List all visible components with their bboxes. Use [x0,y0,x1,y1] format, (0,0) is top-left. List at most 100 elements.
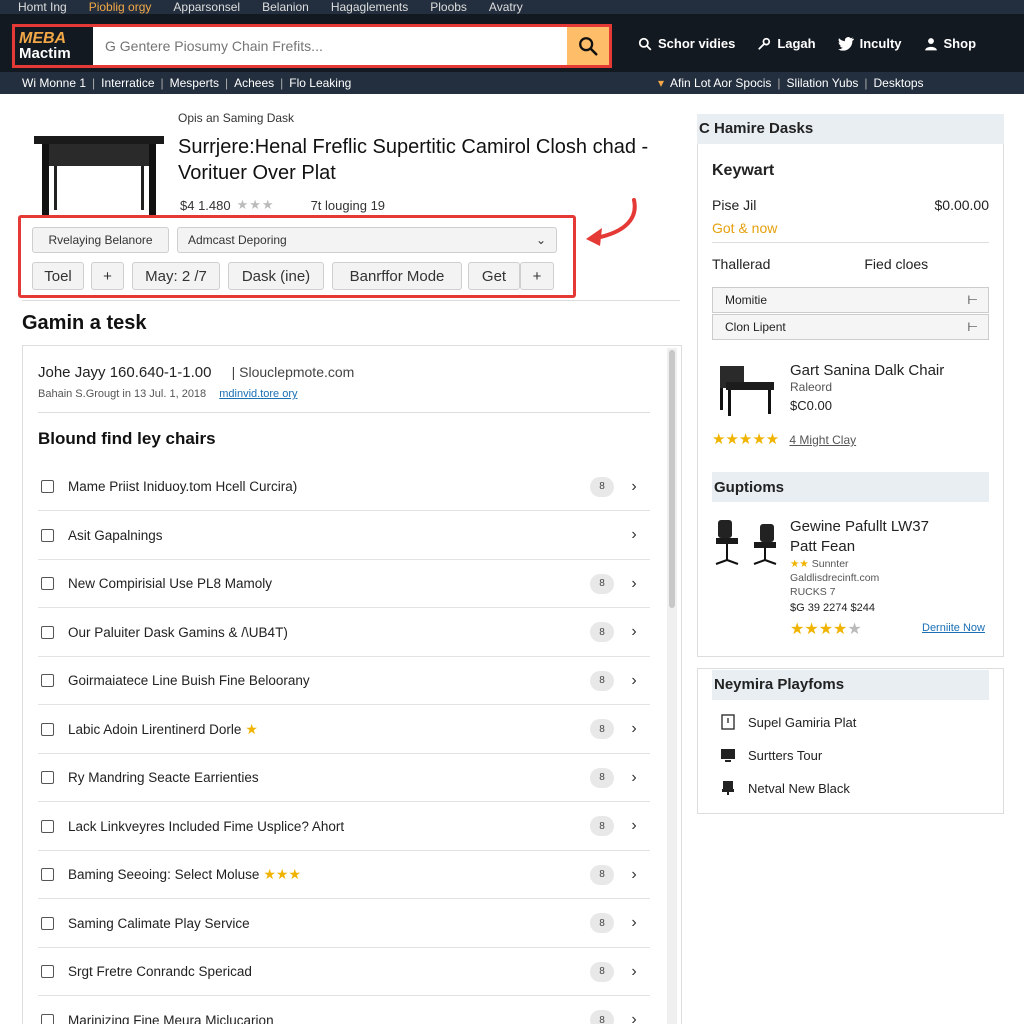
top-menu-item[interactable]: Homt Ing [18,0,67,14]
desk-product-image[interactable] [32,130,166,216]
list-item-badge[interactable]: 8 [590,622,614,642]
option-button[interactable]: Toel [32,262,84,290]
list-item[interactable]: Mame Priist Iniduoy.tom Hcell Curcira) 8 › [38,463,650,511]
get-now-link[interactable]: Got & now [712,220,777,236]
option-dropdown[interactable]: Admcast Deporing ⌄ [177,227,557,253]
chevron-right-icon[interactable]: › [628,769,640,787]
list-item-checkbox[interactable] [41,480,54,493]
table-header: Thallerad Fied cloes [712,256,989,272]
header-link-twitter[interactable]: Inculty [837,36,902,51]
list-item-checkbox[interactable] [41,722,54,736]
option-button[interactable]: Banrffor Mode [332,262,462,290]
price-value: $0.00.00 [934,197,990,213]
star-icon: ★★★★★ [712,431,780,448]
list-item[interactable]: Saming Calimate Play Service 8 › [38,900,650,948]
site-logo[interactable]: MEBA Mactim [15,27,93,65]
list-item[interactable]: Baming Seeoing: Select Moluse ★★★ 8 › [38,851,650,899]
add-button[interactable]: + [91,262,124,290]
list-item-badge[interactable]: 8 [590,670,614,691]
list-item-badge[interactable]: 8 [590,864,614,885]
list-item-badge[interactable]: 8 [590,961,614,982]
chevron-right-icon[interactable]: › [628,914,640,932]
list-item-checkbox[interactable] [41,528,54,542]
subnav-item[interactable]: Wi Monne 1 [22,76,86,90]
search-button[interactable] [567,27,609,65]
chevron-right-icon[interactable]: › [628,623,640,641]
list-item-checkbox[interactable] [41,577,54,590]
top-menu-item[interactable]: Hagaglements [331,0,408,14]
subnav-item[interactable]: Afin Lot Aor Spocis [670,76,771,90]
top-menu-item[interactable]: Ploobs [430,0,467,14]
sidebar-dropdown[interactable]: Momitie ⊢ [712,287,989,313]
top-menu-item[interactable]: Pioblig orgy [89,0,152,14]
list-item-badge[interactable]: 8 [590,816,614,836]
list-item[interactable]: Lack Linkveyres Included Fime Usplice? A… [38,803,650,851]
subnav-item[interactable]: Achees [234,76,274,90]
option-button[interactable]: Rvelaying Belanore [32,227,169,253]
sidebar-dropdown[interactable]: Clon Lipent ⊢ [712,314,989,340]
chevron-right-icon[interactable]: › [628,866,640,884]
header-link-search[interactable]: Schor vidies [638,36,735,51]
header-link-shop[interactable]: Shop [924,36,976,51]
add-button[interactable]: + [520,262,554,290]
header-link-login[interactable]: Lagah [757,36,816,51]
breadcrumb[interactable]: Opis an Saming Dask [178,111,294,125]
chevron-right-icon[interactable]: › [628,963,640,981]
subnav-item[interactable]: Slilation Yubs [787,76,859,90]
list-item[interactable]: Ry Mandring Seacte Earrienties 8 › [38,754,650,802]
platform-item[interactable]: Surtters Tour [720,747,822,763]
list-item-badge[interactable]: 8 [590,476,614,497]
contact-link[interactable]: mdinvid.tore ory [219,388,297,400]
chair-product-image[interactable] [712,358,780,418]
list-item-checkbox[interactable] [41,868,54,881]
subnav-item[interactable]: Mesperts [170,76,219,90]
subnav-item[interactable]: Desktops [874,76,924,90]
top-menu-item[interactable]: Avatry [489,0,523,14]
chevron-right-icon[interactable]: › [628,672,640,690]
subnav-item[interactable]: Interratice [101,76,154,90]
list-item[interactable]: Our Paluiter Dask Gamins & /\UB4T) 8 › [38,609,650,657]
list-item-badge[interactable]: 8 [590,913,614,933]
list-item[interactable]: Marinizing Fine Meura Miclucarion 8 › [38,997,650,1024]
chevron-right-icon[interactable]: › [628,526,640,544]
list-item[interactable]: Labic Adoin Lirentinerd Dorle ★ 8 › [38,706,650,754]
list-item-checkbox[interactable] [41,674,54,687]
list-item-checkbox[interactable] [41,916,54,930]
list-item[interactable]: Asit Gapalnings › [38,512,650,560]
get-button[interactable]: Get [468,262,520,290]
subnav-item[interactable]: Flo Leaking [289,76,351,90]
chevron-right-icon[interactable]: › [628,575,640,593]
chevron-right-icon[interactable]: › [628,1011,640,1024]
option-button[interactable]: May: 2 /7 [132,262,220,290]
donate-now-link[interactable]: Derniite Now [922,622,985,634]
platform-item[interactable]: Supel Gamiria Plat [720,714,856,730]
list-item-checkbox[interactable] [41,1013,54,1024]
option-button[interactable]: Dask (ine) [228,262,324,290]
chevron-right-icon[interactable]: › [628,817,640,835]
chevron-right-icon[interactable]: › [628,720,640,738]
list-item[interactable]: Goirmaiatece Line Buish Fine Beloorany 8 › [38,657,650,705]
list-item[interactable]: New Compirisial Use PL8 Mamoly 8 › [38,560,650,608]
contact-website[interactable]: | Slouclepmote.com [232,364,355,380]
list-item-label: Marinizing Fine Meura Miclucarion [68,1012,274,1024]
top-menu-item[interactable]: Apparsonsel [173,0,240,14]
list-item-checkbox[interactable] [41,819,54,833]
rating-label[interactable]: 4 Might Clay [789,433,856,447]
option-title[interactable]: Gewine Pafullt LW37 Patt Fean [790,517,929,557]
rating-meta[interactable]: 7t louging 19 [311,198,385,213]
list-item-badge[interactable]: 8 [590,573,614,594]
list-item-checkbox[interactable] [41,625,54,639]
platform-item[interactable]: Netval New Black [720,780,850,796]
search-input[interactable] [93,27,567,65]
chevron-right-icon[interactable]: › [628,478,640,496]
list-item-checkbox[interactable] [41,771,54,784]
list-item-badge[interactable]: 8 [590,1010,614,1024]
top-menu-item[interactable]: Belanion [262,0,309,14]
list-item-badge[interactable]: 8 [590,719,614,739]
office-chairs-image[interactable] [712,514,784,574]
list-item-checkbox[interactable] [41,965,54,978]
sidebar-item-title[interactable]: Gart Sanina Dalk Chair [790,362,944,379]
scrollbar-thumb[interactable] [669,350,675,608]
list-item[interactable]: Srgt Fretre Conrandc Spericad 8 › [38,948,650,996]
list-item-badge[interactable]: 8 [590,767,614,788]
